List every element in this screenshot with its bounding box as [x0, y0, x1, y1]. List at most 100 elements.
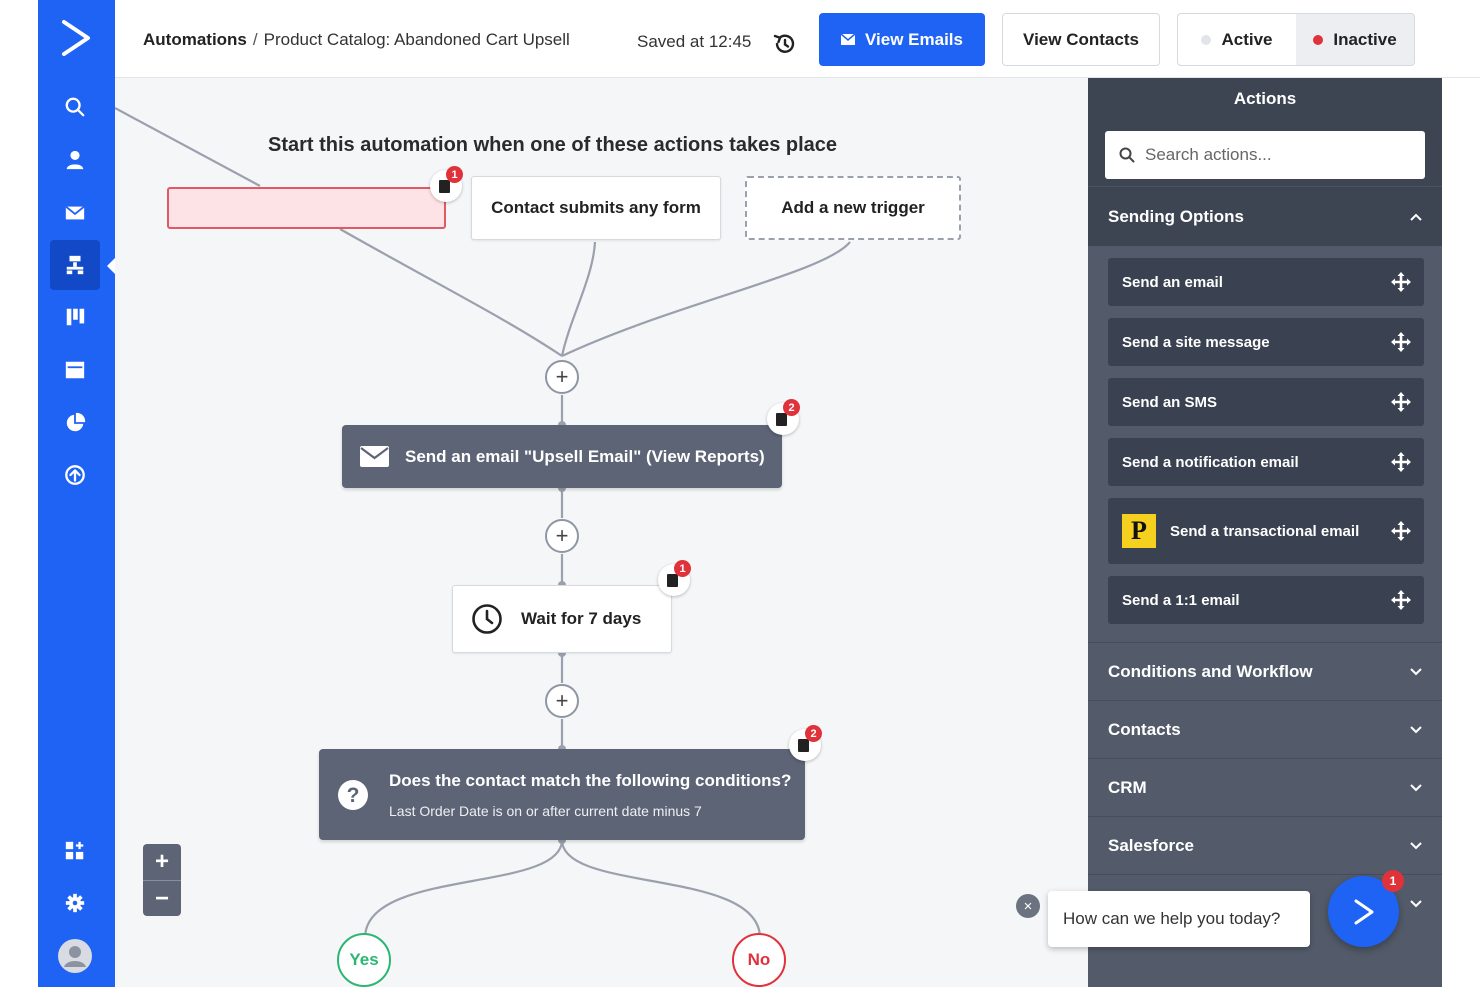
action-left: P Send a transactional email: [1122, 514, 1359, 548]
drag-move-icon[interactable]: [1390, 271, 1412, 293]
badge-count: 1: [674, 560, 691, 577]
envelope-icon: [841, 34, 856, 45]
activecampaign-logo-icon[interactable]: [58, 18, 94, 58]
site-icon: [65, 361, 85, 379]
trigger-form-submit[interactable]: Contact submits any form: [471, 176, 721, 240]
sidebar-item-profile[interactable]: [50, 931, 100, 981]
status-toggle: Active Inactive: [1177, 13, 1415, 66]
action-send-one-to-one-email[interactable]: Send a 1:1 email: [1108, 576, 1424, 624]
chevron-down-icon: [1410, 725, 1422, 733]
zoom-controls: + −: [143, 844, 181, 916]
badge-count: 2: [805, 725, 822, 742]
action-send-site-message[interactable]: Send a site message: [1108, 318, 1424, 366]
contacts-icon: [66, 150, 84, 170]
section-contacts[interactable]: Contacts: [1088, 700, 1442, 758]
section-salesforce[interactable]: Salesforce: [1088, 816, 1442, 874]
upgrade-icon: [65, 465, 85, 485]
chat-prompt[interactable]: How can we help you today?: [1048, 891, 1310, 947]
add-step-button[interactable]: +: [545, 360, 579, 394]
automations-icon: [66, 255, 84, 275]
step-wait-label: Wait for 7 days: [521, 609, 642, 628]
status-inactive-option[interactable]: Inactive: [1296, 14, 1414, 65]
chat-close-button[interactable]: ×: [1016, 894, 1040, 918]
step-wait[interactable]: Wait for 7 days: [452, 585, 672, 653]
automation-canvas[interactable]: Start this automation when one of these …: [115, 78, 1088, 987]
sidebar: [38, 0, 115, 987]
actions-search-box: [1105, 131, 1425, 179]
breadcrumb-root-link[interactable]: Automations: [143, 30, 247, 49]
settings-icon: [65, 893, 85, 913]
actions-search-input[interactable]: [1145, 145, 1405, 165]
zoom-out-button[interactable]: −: [143, 880, 181, 916]
search-icon: [65, 97, 85, 117]
trigger-notes-badge[interactable]: 1: [430, 166, 463, 202]
chat-unread-badge: 1: [1382, 870, 1404, 892]
action-send-email[interactable]: Send an email: [1108, 258, 1424, 306]
add-trigger-button[interactable]: Add a new trigger: [745, 176, 961, 240]
note-icon: [439, 180, 450, 193]
badge-count: 2: [783, 399, 800, 416]
action-send-transactional-email[interactable]: P Send a transactional email: [1108, 498, 1424, 564]
sidebar-item-settings[interactable]: [50, 878, 100, 928]
wait-notes-badge[interactable]: 1: [658, 560, 691, 596]
sidebar-item-reports[interactable]: [50, 398, 100, 448]
action-label: Send a site message: [1122, 333, 1270, 351]
step-condition[interactable]: ? Does the contact match the following c…: [319, 749, 805, 840]
section-sending-options[interactable]: Sending Options: [1088, 186, 1442, 246]
action-send-notification-email[interactable]: Send a notification email: [1108, 438, 1424, 486]
action-label: Send an email: [1122, 273, 1223, 291]
breadcrumb: Automations / Product Catalog: Abandoned C…: [143, 30, 570, 50]
active-dot-icon: [1201, 34, 1212, 45]
saved-status: Saved at 12:45: [637, 32, 752, 51]
condition-notes-badge[interactable]: 2: [789, 725, 822, 761]
apps-icon: [65, 841, 84, 860]
step-send-email[interactable]: Send an email "Upsell Email" (View Repor…: [342, 425, 782, 488]
condition-detail: Last Order Date is on or after current d…: [389, 802, 702, 819]
view-emails-button[interactable]: View Emails: [819, 13, 985, 66]
drag-move-icon[interactable]: [1390, 589, 1412, 611]
section-label: Conditions and Workflow: [1108, 661, 1313, 681]
action-label: Send an SMS: [1122, 393, 1218, 411]
note-icon: [798, 739, 809, 752]
section-crm[interactable]: CRM: [1088, 758, 1442, 816]
activecampaign-chat-icon: [1354, 899, 1373, 924]
app-root: Automations / Product Catalog: Abandoned C…: [0, 0, 1480, 987]
drag-move-icon[interactable]: [1390, 451, 1412, 473]
chevron-down-icon: [1410, 667, 1422, 675]
history-icon[interactable]: [772, 31, 798, 57]
add-step-button[interactable]: +: [545, 684, 579, 718]
branch-no[interactable]: No: [732, 933, 786, 987]
sidebar-item-automations[interactable]: [50, 240, 100, 290]
drag-move-icon[interactable]: [1390, 520, 1412, 542]
send-email-notes-badge[interactable]: 2: [767, 399, 800, 435]
view-contacts-button[interactable]: View Contacts: [1002, 13, 1160, 66]
section-label: Salesforce: [1108, 835, 1194, 855]
trigger-error-placeholder[interactable]: [167, 187, 446, 229]
sidebar-item-contacts[interactable]: [50, 135, 100, 185]
step-send-email-label: Send an email "Upsell Email" (View Repor…: [405, 446, 765, 466]
envelope-icon: [360, 446, 389, 467]
branch-yes[interactable]: Yes: [337, 933, 391, 987]
reports-icon: [66, 412, 86, 432]
action-send-sms[interactable]: Send an SMS: [1108, 378, 1424, 426]
sidebar-item-site[interactable]: [50, 345, 100, 395]
sidebar-item-upgrade[interactable]: [50, 450, 100, 500]
chevron-down-icon: [1410, 899, 1422, 907]
status-active-label: Active: [1221, 29, 1273, 49]
action-label: Send a notification email: [1122, 453, 1299, 471]
add-step-button[interactable]: +: [545, 519, 579, 553]
section-conditions-workflow[interactable]: Conditions and Workflow: [1088, 642, 1442, 700]
view-emails-label: View Emails: [865, 29, 963, 49]
search-icon: [1119, 147, 1135, 163]
sidebar-item-deals[interactable]: [50, 292, 100, 342]
sidebar-item-search[interactable]: [50, 82, 100, 132]
drag-move-icon[interactable]: [1390, 391, 1412, 413]
drag-move-icon[interactable]: [1390, 331, 1412, 353]
zoom-in-button[interactable]: +: [143, 844, 181, 880]
automation-name[interactable]: Product Catalog: Abandoned Cart Upsell: [264, 30, 570, 49]
svg-text:?: ?: [347, 784, 360, 807]
sidebar-item-apps[interactable]: [50, 826, 100, 876]
clock-icon: [472, 604, 502, 634]
status-active-option[interactable]: Active: [1178, 14, 1296, 65]
sidebar-item-campaigns[interactable]: [50, 188, 100, 238]
